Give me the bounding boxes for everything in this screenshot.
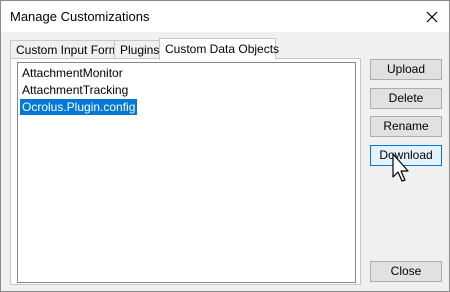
list-item-label: Ocrolus.Plugin.config: [22, 100, 136, 114]
tab-custom-data-objects[interactable]: Custom Data Objects: [159, 38, 280, 60]
tab-label: Plugins: [120, 43, 160, 57]
close-button[interactable]: Close: [370, 261, 442, 282]
rename-button[interactable]: Rename: [370, 116, 442, 137]
custom-data-objects-panel: AttachmentMonitor AttachmentTracking Ocr…: [10, 58, 361, 285]
dialog-title: Manage Customizations: [10, 9, 150, 24]
upload-button[interactable]: Upload: [370, 59, 442, 80]
tab-plugins[interactable]: Plugins: [114, 40, 160, 58]
tab-label: Custom Data Objects: [165, 42, 280, 56]
list-item[interactable]: AttachmentTracking: [20, 82, 130, 98]
tab-custom-input-forms[interactable]: Custom Input Forms: [10, 40, 125, 58]
title-bar: Manage Customizations: [1, 1, 449, 32]
custom-data-objects-list[interactable]: AttachmentMonitor AttachmentTracking Ocr…: [17, 62, 356, 283]
close-window-button[interactable]: [415, 1, 449, 32]
close-icon: [426, 11, 438, 22]
arrow-cursor-icon: [392, 153, 409, 182]
delete-button[interactable]: Delete: [370, 88, 442, 109]
list-item-label: AttachmentTracking: [22, 83, 129, 97]
manage-customizations-dialog: Manage Customizations Custom Input Forms…: [0, 0, 450, 292]
list-item-label: AttachmentMonitor: [22, 66, 123, 80]
list-item[interactable]: AttachmentMonitor: [20, 65, 125, 81]
list-item-selected[interactable]: Ocrolus.Plugin.config: [20, 99, 138, 115]
tab-label: Custom Input Forms: [16, 43, 125, 57]
